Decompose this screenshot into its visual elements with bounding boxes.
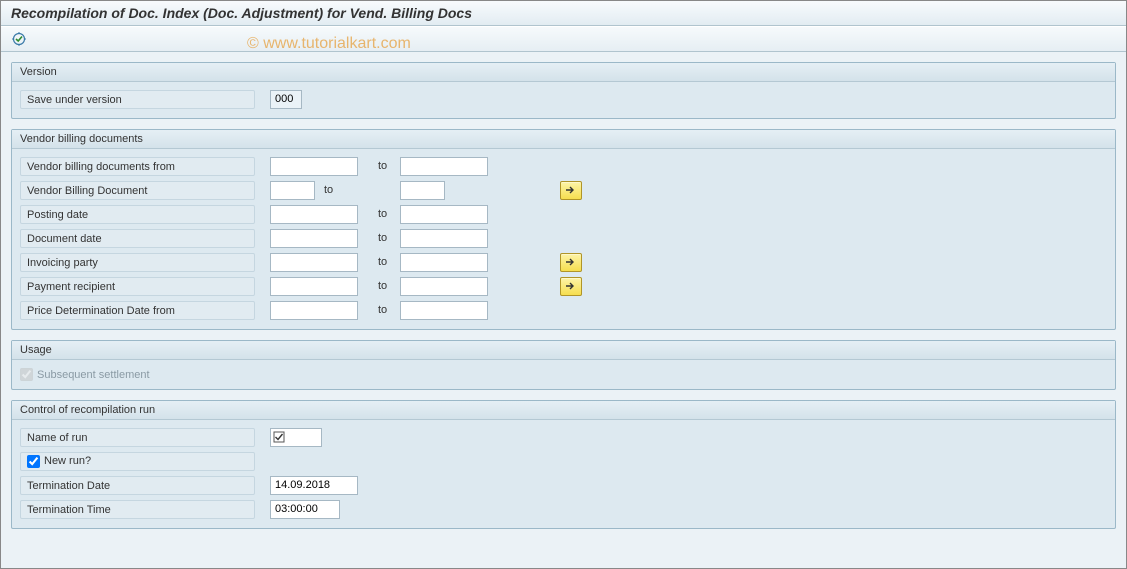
group-version: Version Save under version [11, 62, 1116, 119]
checkbox-subsequent-settlement [20, 368, 33, 381]
label-price-det-date: Price Determination Date from [20, 301, 255, 320]
label-to: to [370, 304, 400, 316]
input-posting-low[interactable] [270, 205, 358, 224]
group-version-header: Version [12, 63, 1115, 82]
label-save-under-version: Save under version [20, 90, 255, 109]
label-posting-date: Posting date [20, 205, 255, 224]
label-payment-recipient: Payment recipient [20, 277, 255, 296]
input-invparty-high[interactable] [400, 253, 488, 272]
input-invparty-low[interactable] [270, 253, 358, 272]
group-usage-header: Usage [12, 341, 1115, 360]
input-docdate-high[interactable] [400, 229, 488, 248]
label-new-run: New run? [20, 452, 255, 471]
label-doc-date: Document date [20, 229, 255, 248]
checkbox-new-run[interactable] [27, 455, 40, 468]
label-subsequent-settlement: Subsequent settlement [37, 369, 150, 381]
input-save-under-version[interactable] [270, 90, 302, 109]
input-vbd-from-low[interactable] [270, 157, 358, 176]
label-to: to [370, 256, 400, 268]
input-name-of-run[interactable] [270, 428, 322, 447]
input-docdate-low[interactable] [270, 229, 358, 248]
label-vbd: Vendor Billing Document [20, 181, 255, 200]
label-to: to [370, 280, 400, 292]
label-new-run-text: New run? [44, 454, 91, 468]
input-posting-high[interactable] [400, 205, 488, 224]
group-control: Control of recompilation run Name of run [11, 400, 1116, 529]
execute-icon[interactable] [9, 29, 29, 49]
label-to: to [370, 232, 400, 244]
check-icon [273, 431, 285, 443]
label-to: to [320, 184, 400, 196]
page-title: Recompilation of Doc. Index (Doc. Adjust… [1, 1, 1126, 26]
input-vbd-high[interactable] [400, 181, 445, 200]
input-payrec-high[interactable] [400, 277, 488, 296]
input-termination-date[interactable] [270, 476, 358, 495]
input-pricedet-low[interactable] [270, 301, 358, 320]
label-invoicing-party: Invoicing party [20, 253, 255, 272]
multi-select-invparty[interactable] [560, 253, 582, 272]
toolbar [1, 26, 1126, 52]
group-control-header: Control of recompilation run [12, 401, 1115, 420]
label-termination-time: Termination Time [20, 500, 255, 519]
group-usage: Usage Subsequent settlement [11, 340, 1116, 390]
input-vbd-low[interactable] [270, 181, 315, 200]
input-payrec-low[interactable] [270, 277, 358, 296]
label-to: to [370, 208, 400, 220]
label-to: to [370, 160, 400, 172]
label-termination-date: Termination Date [20, 476, 255, 495]
multi-select-vbd[interactable] [560, 181, 582, 200]
group-vendor-billing-header: Vendor billing documents [12, 130, 1115, 149]
group-vendor-billing: Vendor billing documents Vendor billing … [11, 129, 1116, 330]
input-pricedet-high[interactable] [400, 301, 488, 320]
content-area: Version Save under version Vendor billin… [1, 52, 1126, 549]
input-vbd-from-high[interactable] [400, 157, 488, 176]
label-name-of-run: Name of run [20, 428, 255, 447]
multi-select-payrec[interactable] [560, 277, 582, 296]
label-vbd-from: Vendor billing documents from [20, 157, 255, 176]
input-termination-time[interactable] [270, 500, 340, 519]
